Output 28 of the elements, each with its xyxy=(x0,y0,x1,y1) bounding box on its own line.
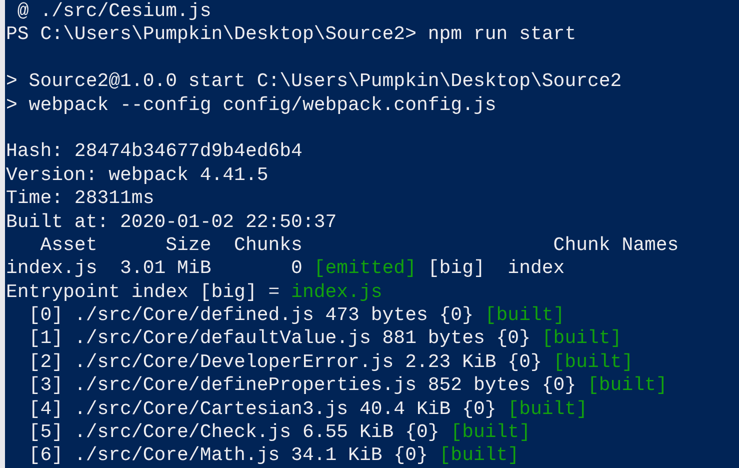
terminal-text: Time: 28311ms xyxy=(6,187,154,211)
status-text: [emitted] xyxy=(314,257,416,281)
status-text: [built] xyxy=(542,327,622,351)
status-text: [built] xyxy=(587,374,668,398)
status-text: index.js xyxy=(291,280,382,304)
status-text: [built] xyxy=(553,350,634,374)
terminal-text: Version: webpack 4.41.5 xyxy=(6,164,268,188)
terminal-text: [6] ./src/Core/Math.js 34.1 KiB {0} xyxy=(28,444,428,468)
terminal-text: [3] ./src/Core/defineProperties.js 852 bytes {0} xyxy=(28,374,576,398)
terminal-text: [big] index xyxy=(428,257,565,281)
status-text: [built] xyxy=(439,444,520,468)
terminal-text: Asset Size Chunks Chunk Names xyxy=(39,234,679,258)
terminal-text: [4] ./src/Core/Cartesian3.js 40.4 KiB {0} xyxy=(28,398,496,422)
terminal-text: > Source2@1.0.0 start C:\Users\Pumpkin\Desktop\Source2 xyxy=(6,70,622,94)
terminal-text: @ ./src/Cesium.js xyxy=(16,0,212,24)
status-text: [built] xyxy=(450,421,530,444)
terminal-text: Built at: 2020-01-02 22:50:37 xyxy=(6,210,337,234)
terminal-text: Entrypoint index [big] = xyxy=(6,280,280,304)
terminal-text: PS C:\Users\Pumpkin\Desktop\Source2> npm run start xyxy=(6,23,576,47)
terminal-text: Hash: 28474b34677d9b4ed6b4 xyxy=(6,140,302,164)
terminal-text: [5] ./src/Core/Check.js 6.55 KiB {0} xyxy=(28,421,440,444)
terminal-text: [0] ./src/Core/defined.js 473 bytes {0} xyxy=(28,304,474,328)
terminal-text: [1] ./src/Core/defaultValue.js 881 bytes {0} xyxy=(28,327,530,351)
status-text: [built] xyxy=(508,398,588,422)
status-text: [built] xyxy=(484,304,565,328)
terminal-text: [2] ./src/Core/DeveloperError.js 2.23 KiB {0} xyxy=(28,350,542,374)
terminal-text: > webpack --config config/webpack.config.js xyxy=(6,94,496,117)
terminal-text: index.js 3.01 MiB 0 xyxy=(6,257,302,281)
